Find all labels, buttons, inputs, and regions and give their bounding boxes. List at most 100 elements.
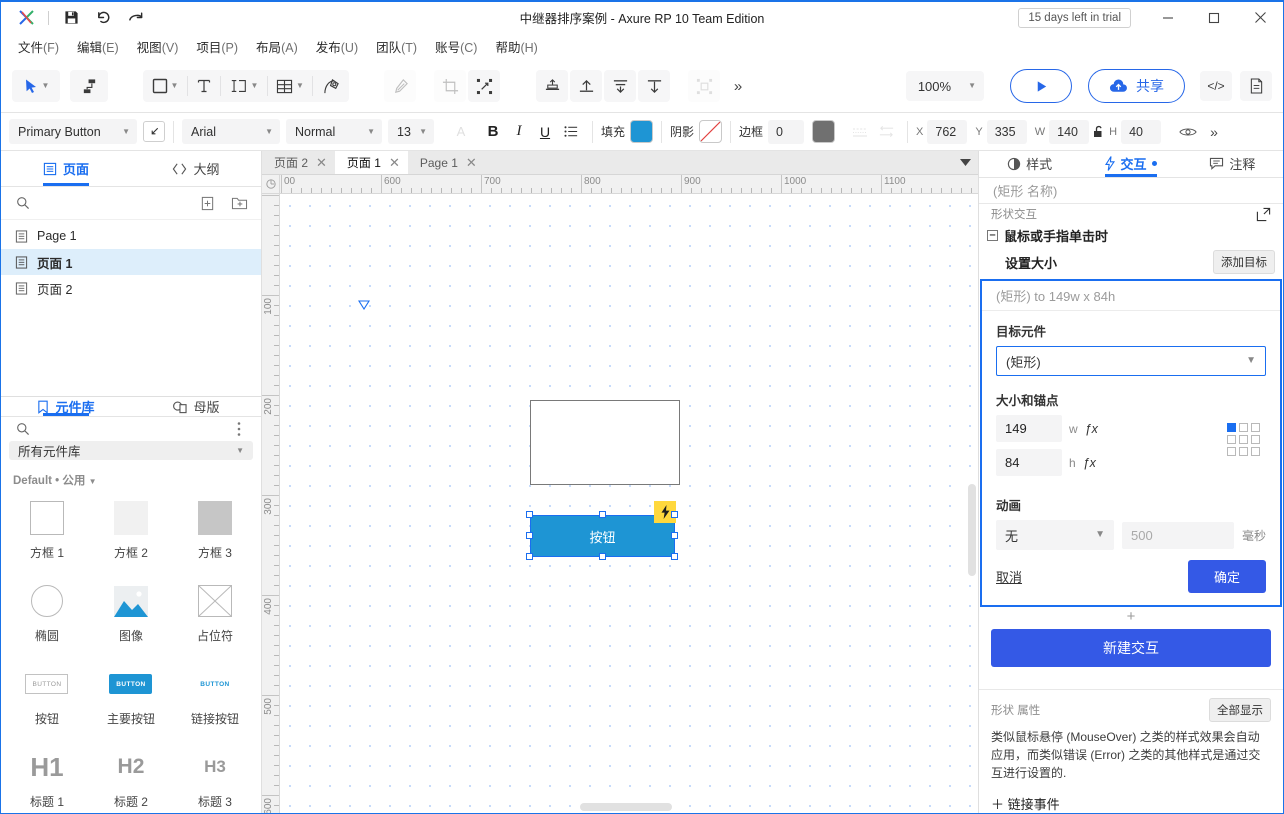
more-vertical-icon[interactable] (227, 417, 251, 441)
widget-style-select[interactable]: Primary Button ▼ (9, 119, 137, 144)
menu-publish[interactable]: 发布(U) (308, 33, 366, 60)
vertical-ruler[interactable]: 100200300400500600 (262, 194, 280, 813)
save-icon[interactable] (56, 6, 86, 30)
add-folder-icon[interactable] (227, 191, 251, 215)
widget-name-input[interactable]: (矩形 名称) (979, 178, 1283, 205)
target-widget-select[interactable]: (矩形) ▼ (996, 346, 1266, 376)
event-row-click[interactable]: – 鼠标或手指单击时 (979, 224, 1283, 247)
anchor-cell-top-right[interactable] (1251, 423, 1260, 432)
zoom-select[interactable]: 100% ▼ (906, 71, 984, 101)
underline-button[interactable]: U (532, 119, 558, 144)
resize-handle[interactable] (671, 511, 678, 518)
tab-library[interactable]: 元件库 (1, 397, 131, 416)
page-item-yemian1[interactable]: 页面 1 (1, 249, 261, 275)
shadow-none-swatch[interactable] (699, 120, 722, 143)
ruler-origin-icon[interactable] (262, 175, 280, 194)
style-picker-icon[interactable] (143, 121, 165, 142)
anchor-cell-middle-left[interactable] (1227, 435, 1236, 444)
inspect-code-button[interactable]: </> (1200, 71, 1232, 101)
border-width-input[interactable]: 0 (768, 120, 804, 144)
share-button[interactable]: 共享 (1088, 69, 1185, 103)
italic-button[interactable]: I (506, 119, 532, 144)
widget-button[interactable]: BUTTON 按钮 (5, 658, 89, 741)
search-icon[interactable] (11, 417, 35, 441)
design-canvas[interactable]: 按钮 (280, 194, 978, 813)
widget-primary-button[interactable]: BUTTON 主要按钮 (89, 658, 173, 741)
text-box-icon[interactable]: ▼ (221, 70, 267, 102)
canvas-tab-page1[interactable]: Page 1 ✕ (408, 151, 485, 174)
canvas-tab-yemian2[interactable]: 页面 2 ✕ (262, 151, 335, 174)
document-icon[interactable] (1240, 71, 1272, 101)
menu-project[interactable]: 项目(P) (188, 33, 246, 60)
anchor-cell-bottom-right[interactable] (1251, 447, 1260, 456)
font-size-select[interactable]: 13 ▼ (388, 119, 434, 144)
widget-placeholder[interactable]: 占位符 (173, 575, 257, 658)
collapse-icon[interactable]: – (987, 230, 998, 241)
cancel-button[interactable]: 取消 (996, 567, 1022, 586)
maximize-button[interactable] (1191, 2, 1237, 33)
height-input[interactable]: 84 (996, 449, 1062, 476)
anchor-cell-top-left[interactable] (1227, 423, 1236, 432)
resize-handle[interactable] (526, 553, 533, 560)
text-icon[interactable] (188, 70, 220, 102)
resize-handle[interactable] (599, 553, 606, 560)
widget-h1[interactable]: H1 标题 1 (5, 741, 89, 814)
widget-h2[interactable]: H2 标题 2 (89, 741, 173, 814)
border-color-swatch[interactable] (812, 120, 835, 143)
resize-handle[interactable] (526, 511, 533, 518)
confirm-button[interactable]: 确定 (1188, 560, 1266, 593)
chevron-down-icon[interactable]: ▼ (42, 82, 50, 90)
width-input[interactable]: 149 (996, 415, 1062, 442)
show-all-button[interactable]: 全部显示 (1209, 698, 1271, 722)
pen-icon[interactable] (313, 70, 349, 102)
library-group-label[interactable]: Default • 公用 ▼ (1, 460, 261, 492)
font-family-select[interactable]: Arial ▼ (182, 119, 280, 144)
stylebar-overflow-button[interactable]: » (1201, 119, 1227, 144)
add-action-button[interactable]: + (1127, 608, 1136, 625)
library-select[interactable]: 所有元件库 ▼ (9, 441, 253, 460)
menu-help[interactable]: 帮助(H) (487, 33, 545, 60)
canvas-vertical-scrollbar[interactable] (968, 484, 976, 576)
lock-open-icon[interactable] (1089, 119, 1109, 144)
tab-masters[interactable]: 母版 (131, 397, 261, 416)
close-icon[interactable]: ✕ (316, 155, 327, 171)
add-page-icon[interactable] (195, 191, 219, 215)
preview-button[interactable] (1010, 69, 1072, 103)
close-icon[interactable]: ✕ (466, 155, 477, 171)
menu-account[interactable]: 账号(C) (427, 33, 485, 60)
widget-ellipse[interactable]: 椭圆 (5, 575, 89, 658)
resize-handle[interactable] (599, 511, 606, 518)
menu-edit[interactable]: 编辑(E) (69, 33, 127, 60)
transform-icon[interactable] (468, 70, 500, 102)
close-icon[interactable]: ✕ (389, 155, 400, 171)
link-event-button[interactable]: ＋ 链接事件 (991, 794, 1271, 813)
distribute-icon[interactable] (604, 70, 636, 102)
widget-image[interactable]: 图像 (89, 575, 173, 658)
font-weight-select[interactable]: Normal ▼ (286, 119, 382, 144)
distribute-vertical-icon[interactable] (638, 70, 670, 102)
widget-box1[interactable]: 方框 1 (5, 492, 89, 575)
redo-icon[interactable] (120, 6, 150, 30)
action-row-set-size[interactable]: 设置大小 添加目标 (979, 247, 1283, 279)
tab-pages[interactable]: 页面 (1, 151, 131, 186)
align-center-icon[interactable] (536, 70, 568, 102)
animation-select[interactable]: 无 ▼ (996, 520, 1114, 550)
horizontal-ruler[interactable]: 0060070080090010001100 (280, 175, 978, 194)
tab-interaction[interactable]: 交互 (1080, 151, 1181, 177)
width-fx-button[interactable]: ƒx (1085, 422, 1098, 436)
duration-input[interactable]: 500 (1122, 522, 1234, 549)
rectangle-icon[interactable]: ▼ (143, 70, 187, 102)
canvas-shape-rectangle[interactable] (530, 400, 680, 485)
resize-handle[interactable] (526, 532, 533, 539)
page-item-yemian2[interactable]: 页面 2 (1, 275, 261, 301)
canvas-tab-yemian1[interactable]: 页面 1 ✕ (335, 151, 408, 174)
anchor-cell-top-center[interactable] (1239, 423, 1248, 432)
widget-link-button[interactable]: BUTTON 链接按钮 (173, 658, 257, 741)
resize-handle[interactable] (671, 553, 678, 560)
cursor-icon[interactable]: ▼ (12, 70, 60, 102)
minimize-button[interactable] (1145, 2, 1191, 33)
menu-file[interactable]: 文件(F) (10, 33, 67, 60)
bold-button[interactable]: B (480, 119, 506, 144)
x-input[interactable]: 762 (927, 120, 967, 144)
eye-icon[interactable] (1175, 119, 1201, 144)
